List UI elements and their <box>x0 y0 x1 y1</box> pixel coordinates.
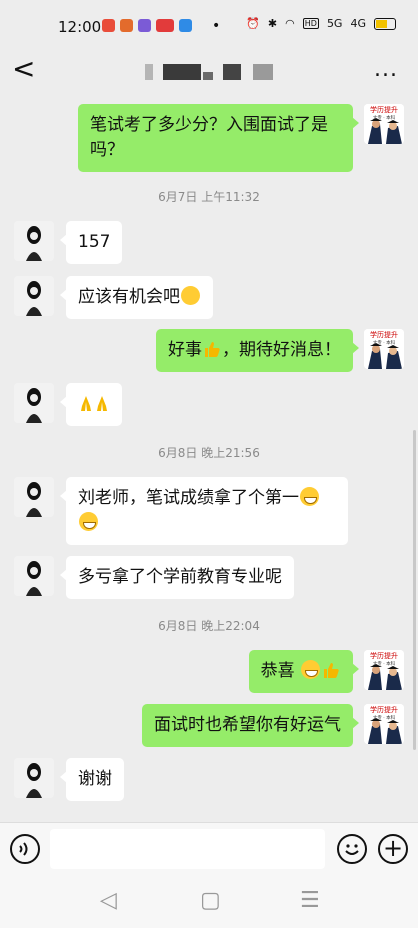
app-notification-icon <box>138 19 151 32</box>
svg-text:学历提升: 学历提升 <box>370 651 398 660</box>
timestamp: 6月8日 晚上21:56 <box>158 446 260 460</box>
app-notification-icon <box>156 19 174 32</box>
status-time: 12:00 <box>58 18 102 36</box>
nav-home-icon[interactable]: ▢ <box>200 888 221 913</box>
network-5g: 5G <box>326 17 343 30</box>
avatar-me[interactable]: 学历提升 大专 · 本科 <box>364 329 404 369</box>
avatar-other[interactable] <box>14 383 54 423</box>
battery-icon <box>374 17 396 30</box>
message-bubble-other[interactable] <box>60 383 122 426</box>
avatar-other[interactable] <box>14 276 54 316</box>
nav-menu-icon[interactable]: ☰ <box>300 888 320 913</box>
thumbs-up-emoji-icon <box>324 663 339 678</box>
avatar-other[interactable] <box>14 556 54 596</box>
svg-text:学历提升: 学历提升 <box>370 330 398 339</box>
pray-emoji-icon <box>81 396 91 411</box>
status-bar: 12:00 • ⏰ ✱ ◠ HD 5G 4G <box>0 0 418 52</box>
message-bubble-other[interactable]: 应该有机会吧 <box>60 276 213 319</box>
chat-header: < ... <box>0 52 418 92</box>
status-app-icons <box>102 19 192 32</box>
bluetooth-icon: ✱ <box>267 17 278 30</box>
app-notification-icon <box>102 19 115 32</box>
message-bubble-me[interactable]: 恭喜 <box>248 650 360 693</box>
contact-name-redacted <box>145 64 275 80</box>
message-bubble-me[interactable]: 面试时也希望你有好运气 <box>142 704 359 747</box>
avatar-me[interactable]: 学历提升 大专 · 本科 <box>364 104 404 144</box>
more-icon[interactable]: ... <box>374 57 398 82</box>
grin-emoji-icon <box>301 660 320 679</box>
avatar-me[interactable]: 学历提升 大专 · 本科 <box>364 650 404 690</box>
avatar-other[interactable] <box>14 477 54 517</box>
plus-icon[interactable]: + <box>378 834 408 864</box>
timestamp: 6月8日 晚上22:04 <box>158 619 260 633</box>
thumbs-up-emoji-icon <box>205 342 220 357</box>
message-bubble-other[interactable]: 谢谢 <box>60 758 124 801</box>
message-bubble-other[interactable]: 157 <box>59 221 123 264</box>
message-bubble-me[interactable]: 好事 ，期待好消息！ <box>156 329 359 372</box>
emoji-icon[interactable] <box>337 834 367 864</box>
message-bubble-me[interactable]: 笔试考了多少分？入围面试了是吗？ <box>78 104 359 172</box>
scrollbar[interactable] <box>413 430 416 750</box>
wifi-icon: ◠ <box>285 17 295 30</box>
grin-emoji-icon <box>300 487 319 506</box>
timestamp: 6月7日 上午11:32 <box>158 190 260 204</box>
message-input[interactable] <box>50 829 325 869</box>
pray-emoji-icon <box>97 396 107 411</box>
app-notification-icon <box>120 19 133 32</box>
nav-back-icon[interactable]: ◁ <box>100 888 117 913</box>
system-nav-bar: ◁ ▢ ☰ <box>0 874 418 928</box>
app-notification-icon <box>179 19 192 32</box>
alarm-icon: ⏰ <box>246 17 260 30</box>
chat-area: 笔试考了多少分？入围面试了是吗？ 学历提升 大专 · 本科 6月7日 上午11:… <box>0 92 418 822</box>
input-bar: + <box>0 822 418 875</box>
avatar-other[interactable] <box>14 758 54 798</box>
message-text: ，期待好消息！ <box>222 340 341 360</box>
grin-emoji-icon <box>79 512 98 531</box>
message-text: 好事 <box>168 340 202 360</box>
avatar-me[interactable]: 学历提升 大专 · 本科 <box>364 704 404 744</box>
sweat-smile-emoji-icon <box>181 286 200 305</box>
network-4g: 4G <box>350 17 366 30</box>
status-dot: • <box>212 18 221 34</box>
message-bubble-other[interactable]: 多亏拿了个学前教育专业呢 <box>60 556 294 599</box>
back-icon[interactable]: < <box>12 55 35 83</box>
voice-icon[interactable] <box>10 834 40 864</box>
avatar-other[interactable] <box>14 221 54 261</box>
svg-text:学历提升: 学历提升 <box>370 705 398 714</box>
svg-text:学历提升: 学历提升 <box>370 105 398 114</box>
hd-icon: HD <box>302 18 319 29</box>
status-right: ⏰ ✱ ◠ HD 5G 4G <box>246 17 396 30</box>
message-bubble-other[interactable]: 刘老师，笔试成绩拿了个第一 <box>60 477 348 545</box>
